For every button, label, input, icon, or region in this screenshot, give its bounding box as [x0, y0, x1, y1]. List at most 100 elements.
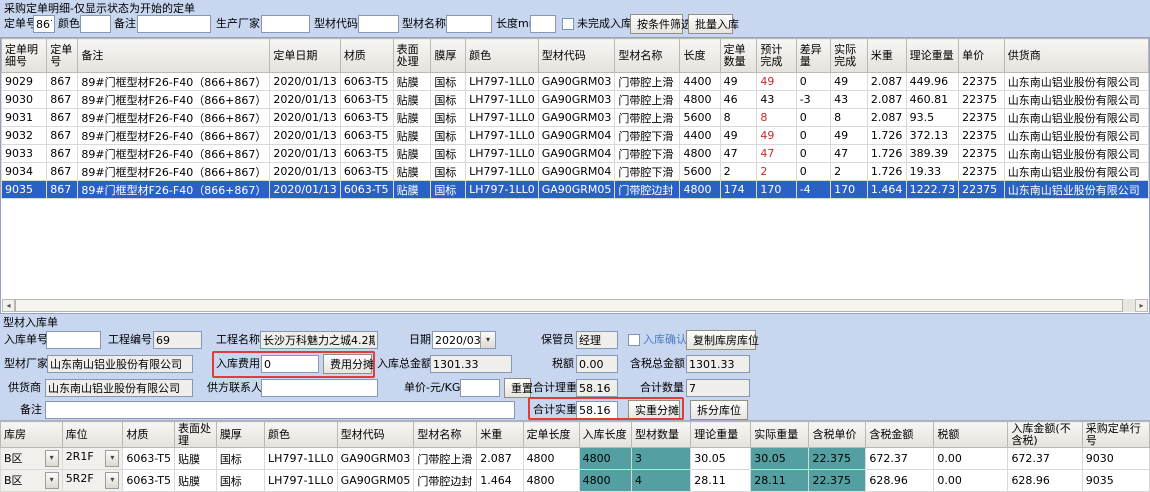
cell[interactable]: 0 [796, 163, 830, 181]
cell[interactable]: 49 [831, 127, 868, 145]
cell[interactable]: 49 [831, 73, 868, 91]
cell[interactable]: GA90GRM03 [538, 91, 615, 109]
split-location-button[interactable]: 拆分库位 [690, 400, 748, 420]
cell[interactable]: 9035 [2, 181, 47, 199]
cell[interactable]: 2 [831, 163, 868, 181]
column-header[interactable]: 差异量 [796, 39, 830, 73]
inbound-no-input[interactable] [46, 331, 101, 349]
unit-price-input[interactable] [460, 379, 500, 397]
unfinished-inbound-checkbox[interactable] [562, 18, 574, 30]
cell[interactable]: LH797-1LL0 [466, 181, 539, 199]
cell[interactable]: 8 [831, 109, 868, 127]
column-header[interactable]: 定单数量 [720, 39, 757, 73]
cell[interactable]: 门带腔上滑 [615, 109, 680, 127]
cell[interactable]: 4800 [680, 91, 720, 109]
cell[interactable]: 1.464 [477, 470, 523, 492]
column-header[interactable]: 米重 [867, 39, 906, 73]
column-header[interactable]: 表面处理 [175, 422, 217, 448]
cell[interactable]: 山东南山铝业股份有限公司 [1004, 91, 1148, 109]
cell[interactable]: GA90GRM03 [538, 73, 615, 91]
cell[interactable]: 2.087 [867, 91, 906, 109]
cell[interactable]: 89#门框型材F26-F40（866+867） [78, 109, 270, 127]
reset-button[interactable]: 重置 [504, 378, 531, 398]
cell[interactable]: 672.37 [866, 448, 934, 470]
cell[interactable]: 6063-T5 [340, 91, 393, 109]
calendar-dropdown-icon[interactable]: ▾ [480, 332, 495, 348]
dropdown-arrow-icon[interactable]: ▾ [45, 450, 59, 467]
column-header[interactable]: 预计完成 [757, 39, 796, 73]
column-header[interactable]: 表面处理 [393, 39, 431, 73]
fee-allocate-button[interactable]: 费用分摊 [323, 354, 372, 374]
cell[interactable]: 867 [47, 145, 78, 163]
cell[interactable]: 门带腔上滑 [615, 91, 680, 109]
cell[interactable]: 山东南山铝业股份有限公司 [1004, 73, 1148, 91]
cell[interactable]: 2 [720, 163, 757, 181]
batch-inbound-button[interactable]: 批量入库 [688, 14, 733, 34]
cell[interactable]: -4 [796, 181, 830, 199]
cell[interactable]: 174 [720, 181, 757, 199]
cell[interactable]: 170 [831, 181, 868, 199]
column-header[interactable]: 定单号 [47, 39, 78, 73]
cell[interactable]: 9031 [2, 109, 47, 127]
cell[interactable]: 门带腔上滑 [615, 73, 680, 91]
cell[interactable]: 30.05 [691, 448, 751, 470]
cell[interactable]: 1.726 [867, 163, 906, 181]
length-filter-input[interactable] [530, 15, 556, 33]
cell[interactable]: 93.5 [906, 109, 959, 127]
column-header[interactable]: 颜色 [466, 39, 539, 73]
filter-by-condition-button[interactable]: 按条件筛选 [630, 14, 683, 34]
dropdown-arrow-icon[interactable]: ▾ [45, 472, 59, 489]
cell[interactable]: 国标 [216, 448, 264, 470]
cell[interactable]: GA90GRM03 [337, 448, 414, 470]
column-header[interactable]: 含税单价 [809, 422, 866, 448]
cell[interactable]: 贴膜 [175, 448, 217, 470]
cell[interactable]: 46 [720, 91, 757, 109]
column-header[interactable]: 颜色 [265, 422, 338, 448]
cell[interactable]: 贴膜 [393, 73, 431, 91]
table-row[interactable]: 903086789#门框型材F26-F40（866+867）2020/01/13… [2, 91, 1149, 109]
cell[interactable]: 贴膜 [393, 109, 431, 127]
cell[interactable]: 1222.73 [906, 181, 959, 199]
cell[interactable]: 4400 [680, 127, 720, 145]
column-header[interactable]: 入库金额(不含税) [1008, 422, 1082, 448]
cell[interactable]: 国标 [431, 73, 466, 91]
cell[interactable]: GA90GRM04 [538, 163, 615, 181]
dropdown-arrow-icon[interactable]: ▾ [105, 450, 119, 467]
cell[interactable]: 2020/01/13 [270, 109, 340, 127]
cell[interactable]: LH797-1LL0 [466, 91, 539, 109]
cell[interactable]: 2 [757, 163, 796, 181]
contact-input[interactable] [261, 379, 378, 397]
date-picker[interactable]: ▾ [432, 331, 496, 349]
column-header[interactable]: 长度 [680, 39, 720, 73]
cell[interactable]: 89#门框型材F26-F40（866+867） [78, 145, 270, 163]
cell[interactable]: 372.13 [906, 127, 959, 145]
cell[interactable]: 4800 [680, 181, 720, 199]
order-no-input[interactable] [33, 15, 55, 33]
cell[interactable]: 国标 [431, 127, 466, 145]
cell[interactable]: 8 [720, 109, 757, 127]
cell[interactable]: -3 [796, 91, 830, 109]
cell[interactable]: 0.00 [934, 448, 1008, 470]
cell[interactable]: 672.37 [1008, 448, 1082, 470]
cell[interactable]: 30.05 [751, 448, 809, 470]
cell[interactable]: 4400 [680, 73, 720, 91]
cell[interactable]: 贴膜 [175, 470, 217, 492]
cell[interactable]: 国标 [431, 181, 466, 199]
cell[interactable]: 0 [796, 109, 830, 127]
column-header[interactable]: 入库长度 [579, 422, 631, 448]
cell[interactable]: 2.087 [477, 448, 523, 470]
cell[interactable]: 2020/01/13 [270, 181, 340, 199]
cell[interactable]: 4800 [523, 448, 579, 470]
column-header[interactable]: 型材数量 [632, 422, 691, 448]
cell[interactable]: LH797-1LL0 [466, 163, 539, 181]
cell[interactable]: 22375 [959, 145, 1005, 163]
table-row[interactable]: 903586789#门框型材F26-F40（866+867）2020/01/13… [2, 181, 1149, 199]
column-header[interactable]: 理论重量 [906, 39, 959, 73]
cell[interactable]: 628.96 [866, 470, 934, 492]
cell[interactable]: 89#门框型材F26-F40（866+867） [78, 127, 270, 145]
cell[interactable]: 9035 [1082, 470, 1149, 492]
cell[interactable]: 867 [47, 127, 78, 145]
cell[interactable]: 门带腔下滑 [615, 163, 680, 181]
copy-warehouse-button[interactable]: 复制库房库位 [686, 330, 756, 350]
cell[interactable]: ▾B区 [1, 448, 63, 470]
